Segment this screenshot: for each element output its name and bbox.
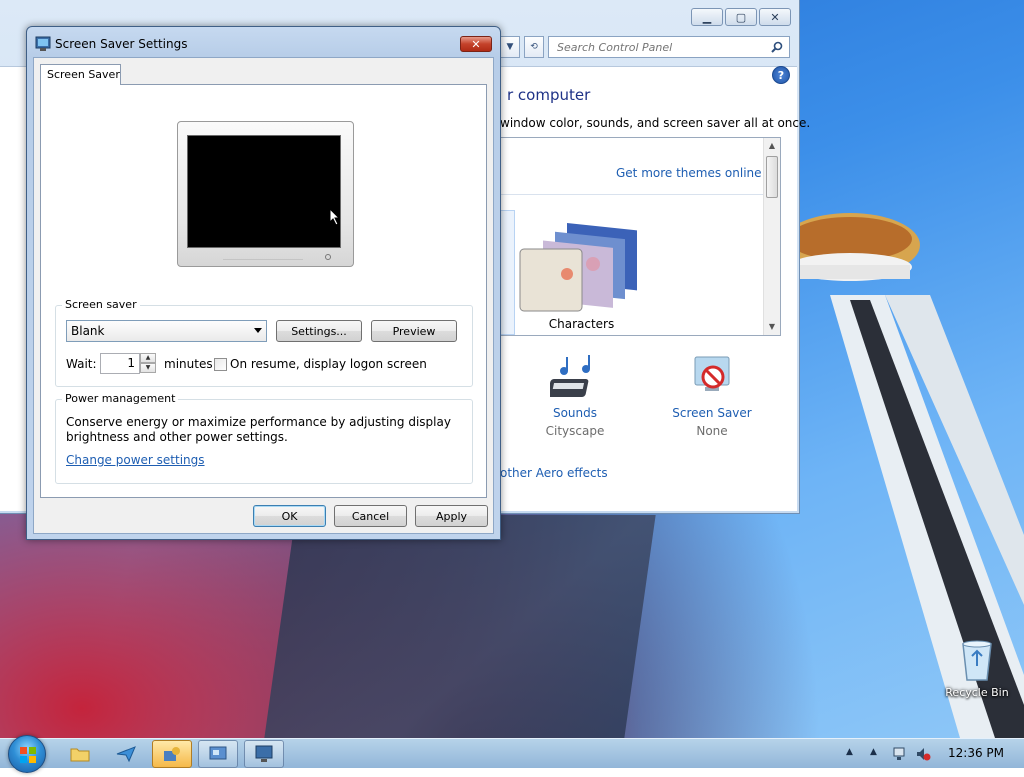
settings-button[interactable]: Settings... bbox=[276, 320, 362, 342]
theme-characters-thumbnail bbox=[519, 223, 637, 312]
address-bar: ▼ ⟲ bbox=[500, 35, 790, 59]
network-icon[interactable] bbox=[892, 746, 908, 762]
themes-separator bbox=[501, 194, 763, 195]
folder-icon bbox=[70, 748, 90, 762]
dialog-title: Screen Saver Settings bbox=[55, 37, 188, 51]
stepper-up-icon[interactable]: ▲ bbox=[140, 353, 156, 363]
recycle-bin-label: Recycle Bin bbox=[945, 686, 1009, 699]
screen-saver-select[interactable]: Blank bbox=[66, 320, 267, 342]
power-management-label: Power management bbox=[62, 392, 179, 405]
change-power-settings-link[interactable]: Change power settings bbox=[66, 453, 205, 467]
address-dropdown[interactable]: ▼ bbox=[500, 36, 520, 58]
personalization-icon bbox=[164, 747, 180, 761]
taskbar-personalization[interactable] bbox=[152, 740, 192, 768]
wait-label: Wait: bbox=[66, 357, 97, 371]
windows-logo-icon bbox=[20, 747, 36, 763]
aero-effects-link[interactable]: other Aero effects bbox=[500, 466, 608, 480]
taskbar-media-app[interactable] bbox=[106, 740, 146, 768]
close-icon: ✕ bbox=[471, 37, 481, 51]
get-more-themes-link[interactable]: Get more themes online bbox=[616, 166, 762, 180]
refresh-button[interactable]: ⟲ bbox=[524, 36, 544, 58]
minimize-icon: ▁ bbox=[702, 10, 712, 24]
preview-button[interactable]: Preview bbox=[371, 320, 457, 342]
taskbar-explorer[interactable] bbox=[60, 740, 100, 768]
ok-button[interactable]: OK bbox=[253, 505, 326, 527]
tab-screen-saver[interactable]: Screen Saver bbox=[40, 64, 121, 85]
action-center-icon[interactable]: ▲ bbox=[870, 747, 877, 757]
volume-muted-icon[interactable] bbox=[915, 746, 931, 762]
dialog-body: Screen Saver Screen saver Blank Settings… bbox=[33, 57, 494, 534]
screen-saver-value: None bbox=[696, 424, 728, 438]
selected-theme-edge[interactable] bbox=[501, 210, 515, 335]
preview-screen bbox=[187, 135, 341, 248]
power-management-group: Power management Conserve energy or maxi… bbox=[55, 392, 473, 484]
wait-minutes-input[interactable]: 1 bbox=[100, 353, 140, 374]
power-description-line-1: Conserve energy or maximize performance … bbox=[66, 415, 451, 429]
help-icon[interactable]: ? bbox=[772, 66, 790, 84]
wait-stepper[interactable]: ▲ ▼ bbox=[140, 353, 156, 374]
power-led-icon bbox=[325, 254, 331, 260]
control-panel-icon bbox=[209, 746, 227, 760]
power-description-line-2: brightness and other power settings. bbox=[66, 430, 288, 444]
preview-monitor bbox=[177, 121, 354, 267]
wallpaper-building bbox=[264, 515, 656, 738]
sounds-title: Sounds bbox=[552, 406, 598, 420]
clock[interactable]: 12:36 PM bbox=[948, 746, 1004, 760]
themes-scrollbar[interactable]: ▲ ▼ bbox=[763, 138, 780, 335]
recycle-bin[interactable]: Recycle Bin bbox=[940, 636, 1014, 706]
apply-button[interactable]: Apply bbox=[415, 505, 488, 527]
resume-logon-label[interactable]: On resume, display logon screen bbox=[230, 357, 427, 371]
sounds-item[interactable]: Sounds Cityscape bbox=[525, 355, 625, 438]
themes-list: Get more themes online Characters ▲ ▼ bbox=[500, 137, 781, 336]
personalization-heading: r computer bbox=[507, 86, 591, 104]
recycle-bin-icon bbox=[957, 636, 997, 684]
mouse-cursor-icon bbox=[329, 208, 341, 226]
minimize-button[interactable]: ▁ bbox=[691, 8, 723, 26]
scroll-down-icon[interactable]: ▼ bbox=[764, 319, 780, 335]
search-box bbox=[548, 36, 790, 58]
maximize-button[interactable]: ▢ bbox=[725, 8, 757, 26]
search-icon[interactable] bbox=[771, 41, 783, 53]
search-input[interactable] bbox=[555, 39, 755, 55]
personalization-subtitle: window color, sounds, and screen saver a… bbox=[500, 116, 811, 130]
screen-saver-icon bbox=[35, 36, 51, 51]
tab-panel: Screen saver Blank Settings... Preview W… bbox=[40, 84, 487, 498]
monitor-stand bbox=[223, 259, 303, 262]
maximize-icon: ▢ bbox=[735, 10, 747, 24]
close-button[interactable]: ✕ bbox=[759, 8, 791, 26]
taskbar: ▲ ▲ 12:36 PM bbox=[0, 735, 1024, 773]
theme-characters-label: Characters bbox=[548, 317, 615, 331]
paper-plane-icon bbox=[116, 746, 136, 763]
dialog-close-button[interactable]: ✕ bbox=[460, 36, 492, 52]
screen-saver-group: Screen saver Blank Settings... Preview W… bbox=[55, 298, 473, 387]
chevron-down-icon bbox=[254, 328, 262, 333]
minutes-label: minutes bbox=[164, 357, 213, 371]
taskbar-screen-saver[interactable] bbox=[244, 740, 284, 768]
screen-saver-group-label: Screen saver bbox=[62, 298, 140, 311]
monitor-icon bbox=[255, 745, 273, 762]
resume-logon-checkbox[interactable] bbox=[214, 358, 227, 371]
show-hidden-icons-icon[interactable]: ▲ bbox=[846, 747, 853, 757]
stepper-down-icon[interactable]: ▼ bbox=[140, 363, 156, 373]
screen-saver-select-value: Blank bbox=[71, 324, 105, 338]
start-button[interactable] bbox=[8, 735, 46, 773]
screen-saver-item[interactable]: Screen Saver None bbox=[662, 355, 762, 438]
taskbar-control-panel[interactable] bbox=[198, 740, 238, 768]
screen-saver-icon bbox=[694, 356, 730, 391]
screen-saver-dialog: Screen Saver Settings ✕ Screen Saver Scr… bbox=[26, 26, 501, 540]
cancel-button[interactable]: Cancel bbox=[334, 505, 407, 527]
scroll-thumb[interactable] bbox=[766, 156, 778, 198]
scroll-up-icon[interactable]: ▲ bbox=[764, 138, 780, 154]
sounds-icon bbox=[547, 355, 590, 397]
chevron-down-icon: ▼ bbox=[506, 42, 514, 52]
refresh-icon: ⟲ bbox=[530, 42, 538, 52]
window-controls: ▁ ▢ ✕ bbox=[691, 8, 791, 26]
screen-saver-title: Screen Saver bbox=[672, 406, 752, 420]
sounds-value: Cityscape bbox=[545, 424, 605, 438]
close-icon: ✕ bbox=[770, 10, 780, 24]
theme-characters[interactable]: Characters bbox=[519, 214, 644, 334]
